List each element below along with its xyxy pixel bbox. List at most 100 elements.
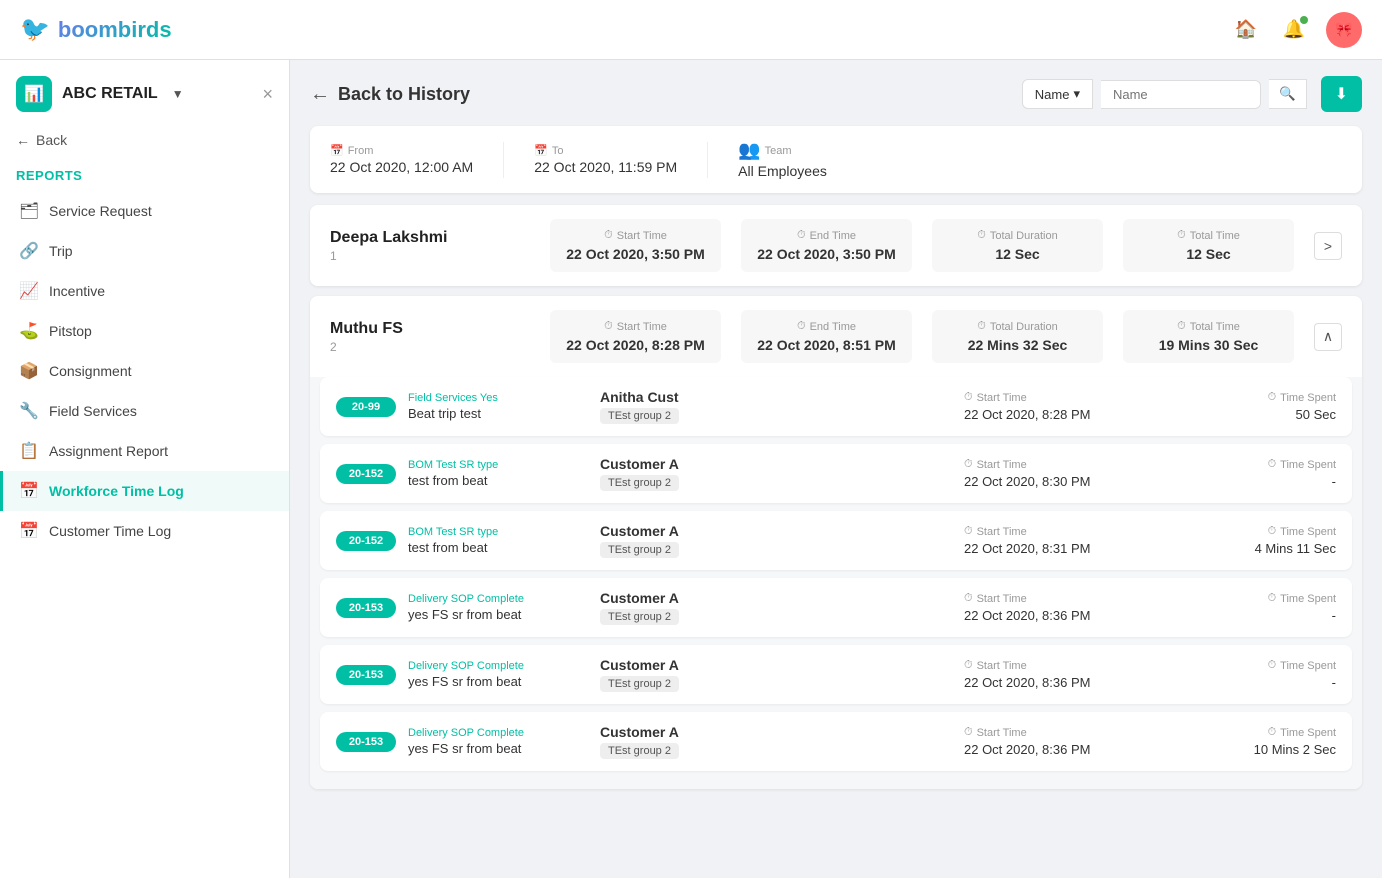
expand-button-1[interactable]: ∧ xyxy=(1314,323,1342,351)
customer-block-1-1: Customer A TEst group 2 xyxy=(600,456,952,491)
sidebar-item-consignment[interactable]: 📦 Consignment xyxy=(0,351,289,391)
search-input[interactable] xyxy=(1101,80,1261,109)
notification-icon[interactable]: 🔔 xyxy=(1278,14,1310,46)
assign-name-1-5: yes FS sr from beat xyxy=(408,741,588,756)
customer-name-1-0: Anitha Cust xyxy=(600,389,952,405)
sidebar-icon-trip: 🔗 xyxy=(19,241,39,261)
filter-bar: 📅 From 22 Oct 2020, 12:00 AM 📅 To 22 Oct… xyxy=(310,126,1362,193)
download-button[interactable]: ⬇ xyxy=(1321,76,1362,112)
time-spent-label-1-2: ⏱ Time Spent xyxy=(1176,525,1336,538)
start-time-value-a-1-1: 22 Oct 2020, 8:30 PM xyxy=(964,474,1164,489)
calendar-icon: 📅 xyxy=(330,144,344,157)
total-time-value-0: 12 Sec xyxy=(1186,246,1230,262)
assign-name-1-3: yes FS sr from beat xyxy=(408,607,588,622)
home-icon[interactable]: 🏠 xyxy=(1230,14,1262,46)
clock-icon-a-1-2: ⏱ xyxy=(964,525,973,538)
employee-record-0: Deepa Lakshmi 1 ⏱ Start Time 22 Oct 2020… xyxy=(310,205,1362,286)
expand-button-0[interactable]: > xyxy=(1314,232,1342,260)
start-time-value-1: 22 Oct 2020, 8:28 PM xyxy=(566,337,705,353)
sidebar-item-service-request[interactable]: 🗂 Service Request xyxy=(0,191,289,231)
emp-num-0: 1 xyxy=(330,249,530,263)
back-to-history-button[interactable]: ← Back to History xyxy=(310,83,470,106)
sidebar-item-incentive[interactable]: 📈 Incentive xyxy=(0,271,289,311)
sidebar-back-label: Back xyxy=(36,132,67,148)
app-name: boombirds xyxy=(58,17,172,43)
employee-record-1: Muthu FS 2 ⏱ Start Time 22 Oct 2020, 8:2… xyxy=(310,296,1362,789)
to-label: 📅 To xyxy=(534,144,677,157)
assign-type-1-0: Field Services Yes xyxy=(408,392,588,404)
employee-header-1: Muthu FS 2 ⏱ Start Time 22 Oct 2020, 8:2… xyxy=(310,296,1362,377)
start-time-value-a-1-4: 22 Oct 2020, 8:36 PM xyxy=(964,675,1164,690)
end-time-label-0: ⏱ End Time xyxy=(797,229,856,242)
time-spent-value-1-5: 10 Mins 2 Sec xyxy=(1176,742,1336,757)
customer-name-1-4: Customer A xyxy=(600,657,952,673)
filter-from: 📅 From 22 Oct 2020, 12:00 AM xyxy=(330,144,473,175)
sidebar-item-customer-time-log[interactable]: 📅 Customer Time Log xyxy=(0,511,289,551)
assign-info-1-3: Delivery SOP Complete yes FS sr from bea… xyxy=(408,593,588,622)
clock-icon-a-1-4: ⏱ xyxy=(964,659,973,672)
time-block-1-0: ⏱ Start Time 22 Oct 2020, 8:28 PM xyxy=(964,391,1164,422)
assignment-badge-1-4: 20-153 xyxy=(336,665,396,685)
emp-end-time-0: ⏱ End Time 22 Oct 2020, 3:50 PM xyxy=(741,219,912,272)
clock-icon-a-1-1: ⏱ xyxy=(964,458,973,471)
assign-type-1-2: BOM Test SR type xyxy=(408,526,588,538)
from-label: 📅 From xyxy=(330,144,473,157)
sidebar-label-pitstop: Pitstop xyxy=(49,323,92,339)
from-value: 22 Oct 2020, 12:00 AM xyxy=(330,159,473,175)
start-time-label-a-1-1: ⏱ Start Time xyxy=(964,458,1164,471)
assign-info-1-1: BOM Test SR type test from beat xyxy=(408,459,588,488)
customer-group-1-5: TEst group 2 xyxy=(600,743,679,759)
assign-type-1-3: Delivery SOP Complete xyxy=(408,593,588,605)
start-time-label-a-1-3: ⏱ Start Time xyxy=(964,592,1164,605)
sidebar-icon-workforce-time-log: 📅 xyxy=(19,481,39,501)
emp-name-block-1: Muthu FS 2 xyxy=(330,320,530,354)
layout: 📊 ABC RETAIL ▼ × ← Back Reports 🗂 Servic… xyxy=(0,60,1382,878)
assign-name-1-0: Beat trip test xyxy=(408,406,588,421)
dropdown-label: Name xyxy=(1035,87,1070,102)
time-spent-value-1-1: - xyxy=(1176,474,1336,489)
time-block-1-1: ⏱ Start Time 22 Oct 2020, 8:30 PM xyxy=(964,458,1164,489)
sidebar-icon-service-request: 🗂 xyxy=(19,201,39,221)
start-time-value-0: 22 Oct 2020, 3:50 PM xyxy=(566,246,705,262)
clock-icon-spent-1-5: ⏱ xyxy=(1268,726,1277,739)
time-spent-label-1-1: ⏱ Time Spent xyxy=(1176,458,1336,471)
customer-block-1-0: Anitha Cust TEst group 2 xyxy=(600,389,952,424)
sidebar-icon-consignment: 📦 xyxy=(19,361,39,381)
employee-header-0: Deepa Lakshmi 1 ⏱ Start Time 22 Oct 2020… xyxy=(310,205,1362,286)
sidebar-item-assignment-report[interactable]: 📋 Assignment Report xyxy=(0,431,289,471)
emp-total-time-0: ⏱ Total Time 12 Sec xyxy=(1123,219,1294,272)
assignment-badge-1-0: 20-99 xyxy=(336,397,396,417)
team-value: All Employees xyxy=(738,163,827,179)
start-time-label-a-1-2: ⏱ Start Time xyxy=(964,525,1164,538)
total-duration-value-0: 12 Sec xyxy=(995,246,1039,262)
customer-block-1-3: Customer A TEst group 2 xyxy=(600,590,952,625)
sidebar-item-trip[interactable]: 🔗 Trip xyxy=(0,231,289,271)
emp-name-1: Muthu FS xyxy=(330,320,530,338)
emp-num-1: 2 xyxy=(330,340,530,354)
end-time-value-1: 22 Oct 2020, 8:51 PM xyxy=(757,337,896,353)
customer-name-1-5: Customer A xyxy=(600,724,952,740)
close-button[interactable]: × xyxy=(262,84,273,105)
sidebar-item-field-services[interactable]: 🔧 Field Services xyxy=(0,391,289,431)
time-spent-label-1-4: ⏱ Time Spent xyxy=(1176,659,1336,672)
total-time-value-1: 19 Mins 30 Sec xyxy=(1159,337,1259,353)
time-spent-label-1-5: ⏱ Time Spent xyxy=(1176,726,1336,739)
filter-divider-1 xyxy=(503,142,504,178)
clock-icon-spent-1-4: ⏱ xyxy=(1268,659,1277,672)
org-name: ABC RETAIL xyxy=(62,85,158,103)
filter-dropdown[interactable]: Name ▾ xyxy=(1022,79,1093,109)
avatar[interactable]: 🎀 xyxy=(1326,12,1362,48)
org-dropdown-icon[interactable]: ▼ xyxy=(172,87,184,101)
sidebar-back-link[interactable]: ← Back xyxy=(0,124,289,164)
sidebar-item-workforce-time-log[interactable]: 📅 Workforce Time Log xyxy=(0,471,289,511)
clock-icon-time-0: ⏱ xyxy=(1177,229,1186,242)
sidebar-icon-pitstop: ⛳ xyxy=(19,321,39,341)
search-button[interactable]: 🔍 xyxy=(1269,79,1307,109)
customer-block-1-5: Customer A TEst group 2 xyxy=(600,724,952,759)
org-icon: 📊 xyxy=(16,76,52,112)
sidebar-item-pitstop[interactable]: ⛳ Pitstop xyxy=(0,311,289,351)
assign-type-1-4: Delivery SOP Complete xyxy=(408,660,588,672)
time-block-1-2: ⏱ Start Time 22 Oct 2020, 8:31 PM xyxy=(964,525,1164,556)
total-time-label-0: ⏱ Total Time xyxy=(1177,229,1240,242)
sidebar-icon-incentive: 📈 xyxy=(19,281,39,301)
